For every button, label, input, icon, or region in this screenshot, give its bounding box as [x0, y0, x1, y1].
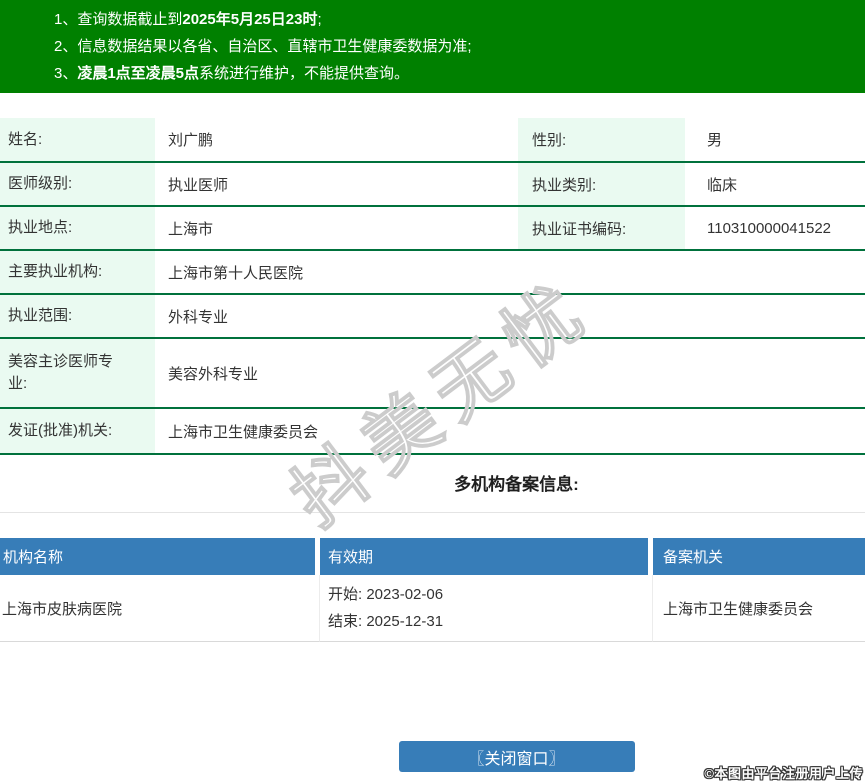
filing-institution: 上海市皮肤病医院: [0, 575, 320, 642]
copyright-watermark: ©本图由平台注册用户上传: [704, 766, 863, 781]
filing-validity-start: 开始: 2023-02-06: [328, 586, 444, 603]
doctor-info-table: 姓名: 刘广鹏 性别: 男 医师级别: 执业医师 执业类别: 临床 执业地点: …: [0, 118, 865, 455]
info-row-name-gender: 姓名: 刘广鹏 性别: 男: [0, 118, 865, 163]
field-label-doctor-level: 医师级别:: [0, 162, 155, 207]
info-row-location-certno: 执业地点: 上海市 执业证书编码: 110310000041522: [0, 206, 865, 251]
field-label-issuing-authority: 发证(批准)机关:: [0, 408, 155, 455]
info-row-level-category: 医师级别: 执业医师 执业类别: 临床: [0, 162, 865, 207]
notice-number: 2、: [54, 38, 78, 55]
field-value-gender: 男: [685, 118, 865, 163]
notice-text-bold: 2025年5月25日23时: [182, 11, 318, 28]
notice-line-1: 1、查询数据截止到2025年5月25日23时;: [0, 6, 865, 33]
notice-text: ;: [317, 11, 322, 28]
column-header-validity: 有效期: [320, 538, 653, 575]
filing-validity-end: 结束: 2025-12-31: [328, 613, 444, 630]
info-row-issuing-authority: 发证(批准)机关: 上海市卫生健康委员会: [0, 408, 865, 455]
notice-line-2: 2、信息数据结果以各省、自治区、直辖市卫生健康委数据为准;: [0, 33, 865, 60]
info-row-practice-scope: 执业范围: 外科专业: [0, 294, 865, 339]
field-value-practice-location: 上海市: [155, 206, 518, 251]
notice-banner: 1、查询数据截止到2025年5月25日23时; 2、信息数据结果以各省、自治区、…: [0, 0, 865, 93]
notice-text: 信息数据结果以各省、自治区、直辖市卫生健康委数据为准;: [77, 38, 472, 55]
field-value-certificate-number: 110310000041522: [685, 206, 865, 251]
field-label-gender: 性别:: [518, 118, 685, 163]
notice-line-3: 3、凌晨1点至凌晨5点系统进行维护，不能提供查询。: [0, 60, 865, 87]
field-value-issuing-authority: 上海市卫生健康委员会: [155, 408, 865, 455]
field-label-practice-scope: 执业范围:: [0, 294, 155, 339]
result-page: 姓名: 刘广鹏 性别: 男 医师级别: 执业医师 执业类别: 临床 执业地点: …: [0, 118, 865, 772]
info-row-main-institution: 主要执业机构: 上海市第十人民医院: [0, 250, 865, 295]
field-value-main-institution: 上海市第十人民医院: [155, 250, 865, 295]
field-value-practice-scope: 外科专业: [155, 294, 865, 339]
field-label-practice-location: 执业地点:: [0, 206, 155, 251]
notice-text: 系统进行维护，不能提供查询。: [199, 65, 410, 82]
notice-number: 1、: [54, 11, 78, 28]
notice-text-bold: 凌晨1点至凌晨5点: [77, 65, 200, 82]
field-value-name: 刘广鹏: [155, 118, 518, 163]
close-window-button[interactable]: 〖关闭窗口〗: [398, 741, 635, 772]
filing-table: 机构名称 有效期 备案机关 上海市皮肤病医院 开始: 2023-02-06 结束…: [0, 538, 865, 642]
field-label-certificate-number: 执业证书编码:: [518, 206, 685, 251]
field-label-main-institution: 主要执业机构:: [0, 250, 155, 295]
field-value-doctor-level: 执业医师: [155, 162, 518, 207]
filing-header-row: 机构名称 有效期 备案机关: [0, 538, 865, 575]
filing-authority: 上海市卫生健康委员会: [653, 575, 865, 642]
field-value-cosmetic-specialty: 美容外科专业: [155, 338, 865, 409]
field-label-name: 姓名:: [0, 118, 155, 163]
notice-number: 3、: [54, 65, 78, 82]
info-row-cosmetic-specialty: 美容主诊医师专业: 美容外科专业: [0, 338, 865, 409]
field-label-cosmetic-specialty: 美容主诊医师专业:: [0, 338, 155, 409]
notice-text: 查询数据截止到: [77, 11, 183, 28]
column-header-filing-authority: 备案机关: [653, 538, 865, 575]
section-divider: [0, 512, 865, 513]
filing-validity: 开始: 2023-02-06 结束: 2025-12-31: [320, 575, 653, 642]
field-label-practice-category: 执业类别:: [518, 162, 685, 207]
filing-row: 上海市皮肤病医院 开始: 2023-02-06 结束: 2025-12-31 上…: [0, 575, 865, 642]
column-header-institution: 机构名称: [0, 538, 320, 575]
multi-institution-section-title: 多机构备案信息:: [454, 475, 579, 494]
field-value-practice-category: 临床: [685, 162, 865, 207]
